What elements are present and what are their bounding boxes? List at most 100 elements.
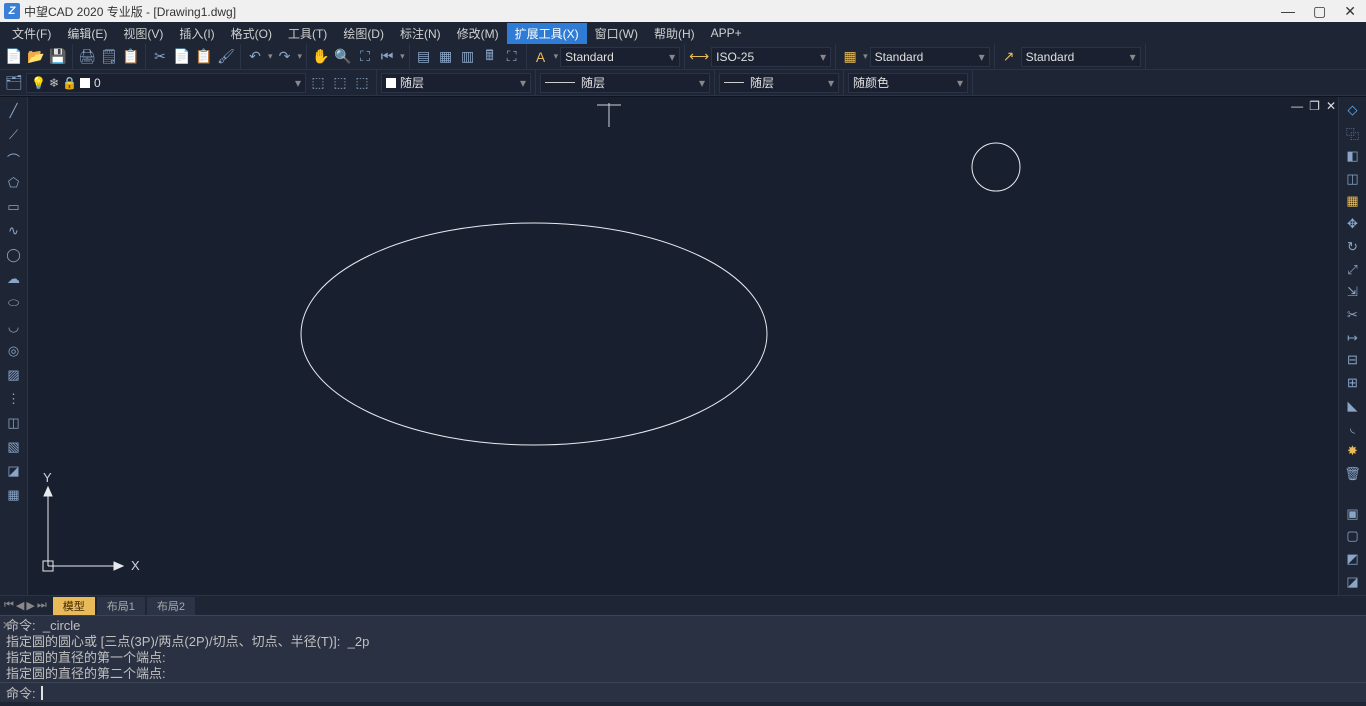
ellipse-tool-icon[interactable]: ⬭ (4, 293, 24, 313)
copy-tool-icon[interactable]: ⿻ (1343, 124, 1363, 143)
pan-icon[interactable]: ✋ (311, 47, 331, 67)
order-above-icon[interactable]: ◩ (1343, 550, 1363, 569)
maximize-button[interactable]: ▢ (1313, 3, 1326, 20)
fillet-tool-icon[interactable]: ◟ (1343, 419, 1363, 438)
linetype-combo[interactable]: 随层▾ (540, 73, 710, 93)
zoom-window-icon[interactable]: ⛶ (355, 47, 375, 67)
explode-tool-icon[interactable]: ✸ (1343, 442, 1363, 461)
command-input[interactable]: 命令: (0, 682, 1366, 702)
publish-icon[interactable]: 📋 (121, 47, 141, 67)
design-center-icon[interactable]: ▦ (436, 47, 456, 67)
menu-window[interactable]: 窗口(W) (587, 23, 646, 44)
table-style-combo[interactable]: Standard▾ (870, 47, 990, 67)
dropdown-icon[interactable]: ▾ (863, 51, 868, 62)
layer-prev-icon[interactable]: ⬚ (308, 73, 328, 93)
command-close-icon[interactable]: ✕ (2, 618, 11, 634)
hatch-tool-icon[interactable]: ▨ (4, 365, 24, 385)
plotstyle-combo[interactable]: 随颜色▾ (848, 73, 968, 93)
line-tool-icon[interactable]: ╱ (4, 101, 24, 121)
menu-file[interactable]: 文件(F) (4, 23, 59, 44)
menu-extend-tools[interactable]: 扩展工具(X) (507, 23, 587, 44)
print-icon[interactable]: 🖨 (77, 47, 97, 67)
rotate-tool-icon[interactable]: ↻ (1343, 238, 1363, 257)
dim-style-combo[interactable]: ISO-25▾ (711, 47, 831, 67)
erase-icon[interactable]: ◇ (1343, 101, 1363, 120)
calculator-icon[interactable]: 🖩 (480, 47, 500, 67)
multileader-style-icon[interactable]: ↗ (999, 47, 1019, 67)
menu-help[interactable]: 帮助(H) (646, 23, 703, 44)
circle-tool-icon[interactable]: ◯ (4, 245, 24, 265)
revcloud-tool-icon[interactable]: ☁ (4, 269, 24, 289)
minimize-button[interactable]: — (1281, 3, 1295, 20)
spline-tool-icon[interactable]: ∿ (4, 221, 24, 241)
redo-icon[interactable]: ↷ (275, 47, 295, 67)
properties-icon[interactable]: ▤ (414, 47, 434, 67)
new-file-icon[interactable]: 📄 (4, 47, 24, 67)
xline-tool-icon[interactable]: ⟋ (4, 125, 24, 145)
point-tool-icon[interactable]: ⋮ (4, 389, 24, 409)
polygon-tool-icon[interactable]: ⬠ (4, 173, 24, 193)
match-props-icon[interactable]: 🖌 (216, 47, 236, 67)
menu-insert[interactable]: 插入(I) (171, 23, 222, 44)
stretch-tool-icon[interactable]: ⇲ (1343, 283, 1363, 302)
tool-palette-icon[interactable]: ▥ (458, 47, 478, 67)
order-front-icon[interactable]: ▣ (1343, 504, 1363, 523)
tab-prev-icon[interactable]: ◀ (16, 599, 24, 612)
break-tool-icon[interactable]: ⊟ (1343, 351, 1363, 370)
menu-dimension[interactable]: 标注(N) (392, 23, 449, 44)
clean-screen-icon[interactable]: ⛶ (502, 47, 522, 67)
menu-format[interactable]: 格式(O) (223, 23, 280, 44)
table-tool-icon[interactable]: ▦ (4, 485, 24, 505)
offset-tool-icon[interactable]: ◫ (1343, 169, 1363, 188)
join-tool-icon[interactable]: ⊞ (1343, 374, 1363, 393)
save-icon[interactable]: 💾 (48, 47, 68, 67)
move-tool-icon[interactable]: ✥ (1343, 215, 1363, 234)
scale-tool-icon[interactable]: ⤢ (1343, 260, 1363, 279)
block-tool-icon[interactable]: ◫ (4, 413, 24, 433)
doc-close-icon[interactable]: ✕ (1326, 99, 1336, 113)
zoom-realtime-icon[interactable]: 🔍 (333, 47, 353, 67)
paste-icon[interactable]: 📋 (194, 47, 214, 67)
drawing-canvas[interactable]: — ❐ ✕ X Y (28, 97, 1338, 595)
extend-tool-icon[interactable]: ↦ (1343, 328, 1363, 347)
menu-edit[interactable]: 编辑(E) (59, 23, 115, 44)
tab-next-icon[interactable]: ▶ (26, 599, 34, 612)
ellipse-arc-tool-icon[interactable]: ◡ (4, 317, 24, 337)
layer-combo[interactable]: 💡 ❄ 🔒 0▾ (26, 73, 306, 93)
trim-tool-icon[interactable]: ✂ (1343, 306, 1363, 325)
region-tool-icon[interactable]: ◪ (4, 461, 24, 481)
lineweight-combo[interactable]: 随层▾ (719, 73, 839, 93)
close-button[interactable]: ✕ (1344, 3, 1356, 20)
order-back-icon[interactable]: ▢ (1343, 527, 1363, 546)
tab-model[interactable]: 模型 (53, 597, 95, 615)
doc-restore-icon[interactable]: ❐ (1309, 99, 1320, 113)
undo-icon[interactable]: ↶ (245, 47, 265, 67)
gradient-tool-icon[interactable]: ▧ (4, 437, 24, 457)
cut-icon[interactable]: ✂ (150, 47, 170, 67)
dropdown-icon[interactable]: ▾ (298, 51, 303, 62)
multileader-style-combo[interactable]: Standard▾ (1021, 47, 1141, 67)
dim-style-icon[interactable]: ⟷ (689, 47, 709, 67)
arc-tool-icon[interactable]: ⌒ (4, 149, 24, 169)
copy-icon[interactable]: 📄 (172, 47, 192, 67)
tab-last-icon[interactable]: ⏭ (37, 599, 47, 612)
menu-tools[interactable]: 工具(T) (280, 23, 335, 44)
dropdown-icon[interactable]: ▾ (400, 51, 405, 62)
tab-layout2[interactable]: 布局2 (147, 597, 195, 615)
chamfer-tool-icon[interactable]: ◣ (1343, 396, 1363, 415)
zoom-prev-icon[interactable]: ⏮ (377, 47, 397, 67)
tab-first-icon[interactable]: ⏮ (4, 599, 14, 612)
menu-modify[interactable]: 修改(M) (449, 23, 507, 44)
open-file-icon[interactable]: 📂 (26, 47, 46, 67)
menu-draw[interactable]: 绘图(D) (335, 23, 392, 44)
dropdown-icon[interactable]: ▾ (268, 51, 273, 62)
menu-app-plus[interactable]: APP+ (703, 24, 750, 42)
mirror-tool-icon[interactable]: ◧ (1343, 147, 1363, 166)
dropdown-icon[interactable]: ▾ (554, 51, 559, 62)
purge-tool-icon[interactable]: 🗑 (1343, 465, 1363, 484)
text-style-icon[interactable]: A (531, 47, 551, 67)
table-style-icon[interactable]: ▦ (840, 47, 860, 67)
layer-walk-icon[interactable]: ⬚ (352, 73, 372, 93)
color-combo[interactable]: 随层▾ (381, 73, 531, 93)
text-style-combo[interactable]: Standard▾ (560, 47, 680, 67)
